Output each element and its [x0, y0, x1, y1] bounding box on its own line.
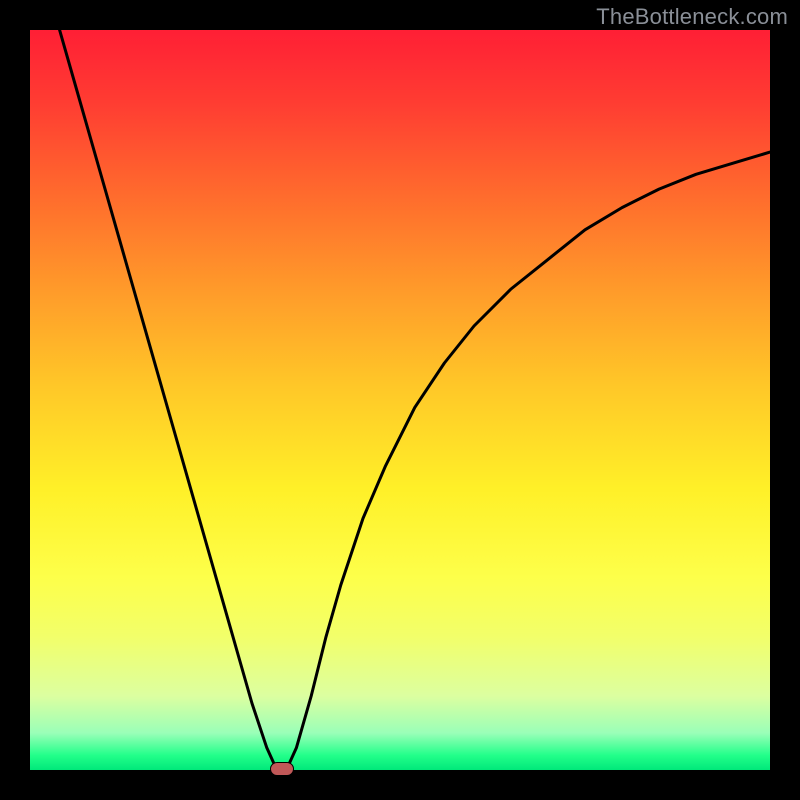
watermark-text: TheBottleneck.com — [596, 4, 788, 30]
minimum-marker — [270, 762, 294, 776]
curve-svg — [30, 30, 770, 770]
plot-area — [30, 30, 770, 770]
curve-path — [60, 30, 770, 769]
